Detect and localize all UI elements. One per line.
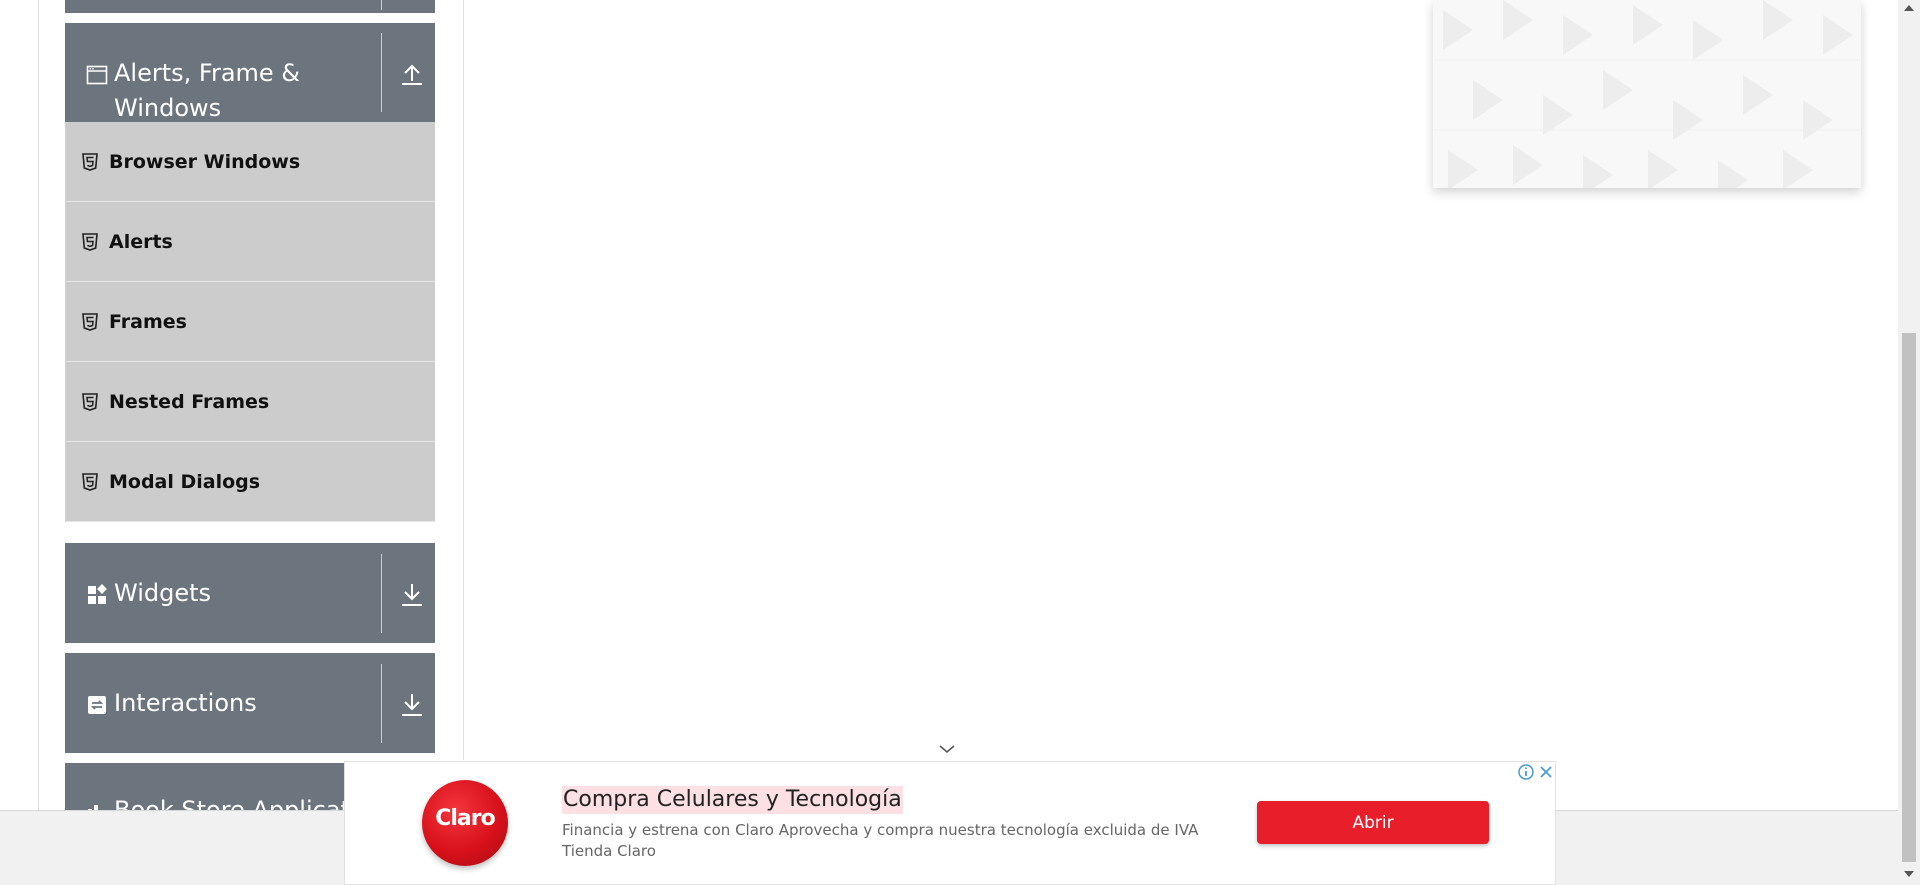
html5-icon xyxy=(82,153,98,171)
column-divider xyxy=(463,0,464,760)
group-title-interactions: Interactions xyxy=(114,689,257,717)
close-icon[interactable] xyxy=(1537,763,1555,781)
interactions-icon xyxy=(88,696,106,714)
left-border xyxy=(38,0,39,810)
menu-item-label: Frames xyxy=(109,311,187,333)
group-header-interactions[interactable]: Interactions xyxy=(65,653,435,753)
group-header-partial[interactable] xyxy=(65,0,435,13)
alerts-frame-windows-menu: Browser Windows Alerts Frames Nested Fra… xyxy=(65,122,435,522)
group-title-alerts-line1: Alerts, Frame & xyxy=(114,59,301,87)
html5-icon xyxy=(82,313,98,331)
menu-item-alerts[interactable]: Alerts xyxy=(65,202,435,282)
menu-item-label: Browser Windows xyxy=(109,151,301,173)
html5-icon xyxy=(82,233,98,251)
group-header-alerts-frame-windows[interactable]: Alerts, Frame & Windows xyxy=(65,23,435,122)
group-separator xyxy=(381,554,382,633)
menu-item-browser-windows[interactable]: Browser Windows xyxy=(65,122,435,202)
collapse-up-icon[interactable] xyxy=(399,59,425,89)
ad-description: Financia y estrena con Claro Aprovecha y… xyxy=(562,821,1199,839)
group-title-alerts-line2: Windows xyxy=(114,94,222,122)
scroll-down-arrow-icon[interactable] xyxy=(1903,870,1915,878)
window-icon xyxy=(86,65,108,85)
menu-item-nested-frames[interactable]: Nested Frames xyxy=(65,362,435,442)
pattern-background xyxy=(1433,0,1861,188)
info-icon[interactable] xyxy=(1517,763,1535,781)
scrollbar-thumb[interactable] xyxy=(1902,333,1916,862)
ad-banner[interactable]: Claro Compra Celulares y Tecnología Fina… xyxy=(344,761,1556,885)
group-separator xyxy=(381,664,382,743)
chevron-down-icon[interactable] xyxy=(937,742,957,756)
menu-item-modal-dialogs[interactable]: Modal Dialogs xyxy=(65,442,435,522)
ad-open-button[interactable]: Abrir xyxy=(1257,801,1489,844)
vertical-scrollbar[interactable] xyxy=(1898,0,1920,885)
menu-item-label: Alerts xyxy=(109,231,173,253)
group-header-widgets[interactable]: Widgets xyxy=(65,543,435,643)
menu-item-frames[interactable]: Frames xyxy=(65,282,435,362)
ad-logo-text: Claro xyxy=(435,806,496,831)
group-separator xyxy=(381,33,382,112)
ad-sponsor: Tienda Claro xyxy=(562,842,656,860)
menu-item-label: Nested Frames xyxy=(109,391,270,413)
widgets-icon xyxy=(88,584,107,604)
page: Alerts, Frame & Windows Browser Windows … xyxy=(0,0,1920,885)
claro-logo[interactable]: Claro xyxy=(422,780,508,866)
pattern-banner-image xyxy=(1433,0,1861,188)
group-separator xyxy=(381,0,382,10)
menu-item-label: Modal Dialogs xyxy=(109,471,261,493)
expand-down-icon[interactable] xyxy=(399,580,425,610)
ad-headline[interactable]: Compra Celulares y Tecnología xyxy=(562,786,903,814)
group-title-widgets: Widgets xyxy=(114,579,212,607)
scroll-up-arrow-icon[interactable] xyxy=(1903,4,1915,12)
expand-down-icon[interactable] xyxy=(399,690,425,720)
html5-icon xyxy=(82,473,98,491)
html5-icon xyxy=(82,393,98,411)
